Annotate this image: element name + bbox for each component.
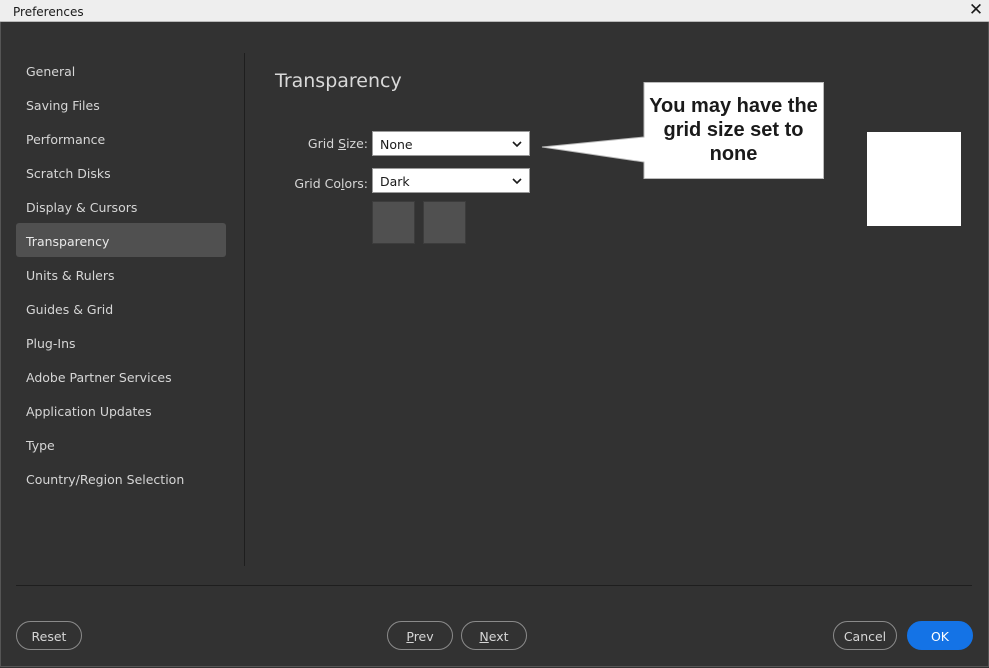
page-title: Transparency xyxy=(275,70,402,92)
grid-colors-select[interactable]: Dark xyxy=(372,168,530,193)
grid-colors-label-part: ors: xyxy=(344,176,368,191)
sidebar-item-general[interactable]: General xyxy=(16,53,226,87)
grid-size-label: Grid Size: xyxy=(290,136,368,151)
grid-size-label-mnemonic: S xyxy=(338,136,347,151)
prev-button[interactable]: Prev xyxy=(387,621,453,650)
grid-colors-value: Dark xyxy=(380,174,410,189)
callout-annotation: You may have the grid size set to none xyxy=(530,82,830,182)
next-mnemonic: N xyxy=(479,629,489,644)
grid-colors-label-part: Grid Co xyxy=(294,176,341,191)
next-button[interactable]: Next xyxy=(461,621,527,650)
sidebar-item-units-rulers[interactable]: Units & Rulers xyxy=(16,257,226,291)
grid-size-value: None xyxy=(380,137,413,152)
callout-text: You may have the grid size set to none xyxy=(649,95,818,165)
grid-color-swatch-1[interactable] xyxy=(372,201,415,244)
sidebar-item-type[interactable]: Type xyxy=(16,427,226,461)
sidebar-item-performance[interactable]: Performance xyxy=(16,121,226,155)
sidebar-item-display-cursors[interactable]: Display & Cursors xyxy=(16,189,226,223)
next-label: ext xyxy=(488,629,509,644)
sidebar-item-guides-grid[interactable]: Guides & Grid xyxy=(16,291,226,325)
grid-size-label-part: ize: xyxy=(346,136,368,151)
grid-colors-label: Grid Colors: xyxy=(280,176,368,191)
window-title: Preferences xyxy=(13,5,84,19)
prev-mnemonic: P xyxy=(406,629,414,644)
sidebar-item-country-region[interactable]: Country/Region Selection xyxy=(16,461,226,495)
sidebar-item-application-updates[interactable]: Application Updates xyxy=(16,393,226,427)
vertical-divider xyxy=(244,53,245,566)
transparency-preview xyxy=(867,132,961,226)
sidebar-item-adobe-partner-services[interactable]: Adobe Partner Services xyxy=(16,359,226,393)
ok-button[interactable]: OK xyxy=(907,621,973,650)
sidebar: General Saving Files Performance Scratch… xyxy=(16,53,226,495)
sidebar-item-scratch-disks[interactable]: Scratch Disks xyxy=(16,155,226,189)
sidebar-item-plug-ins[interactable]: Plug-Ins xyxy=(16,325,226,359)
grid-size-label-part: Grid xyxy=(307,136,339,151)
sidebar-item-saving-files[interactable]: Saving Files xyxy=(16,87,226,121)
horizontal-divider xyxy=(16,585,972,586)
cancel-button[interactable]: Cancel xyxy=(833,621,897,650)
prev-label: rev xyxy=(413,629,434,644)
title-bar: Preferences ✕ xyxy=(0,0,989,22)
close-icon[interactable]: ✕ xyxy=(967,0,985,21)
reset-button[interactable]: Reset xyxy=(16,621,82,650)
sidebar-item-transparency[interactable]: Transparency xyxy=(16,223,226,257)
grid-color-swatch-2[interactable] xyxy=(423,201,466,244)
chevron-down-icon xyxy=(512,141,522,148)
chevron-down-icon xyxy=(512,178,522,185)
grid-size-select[interactable]: None xyxy=(372,131,530,156)
